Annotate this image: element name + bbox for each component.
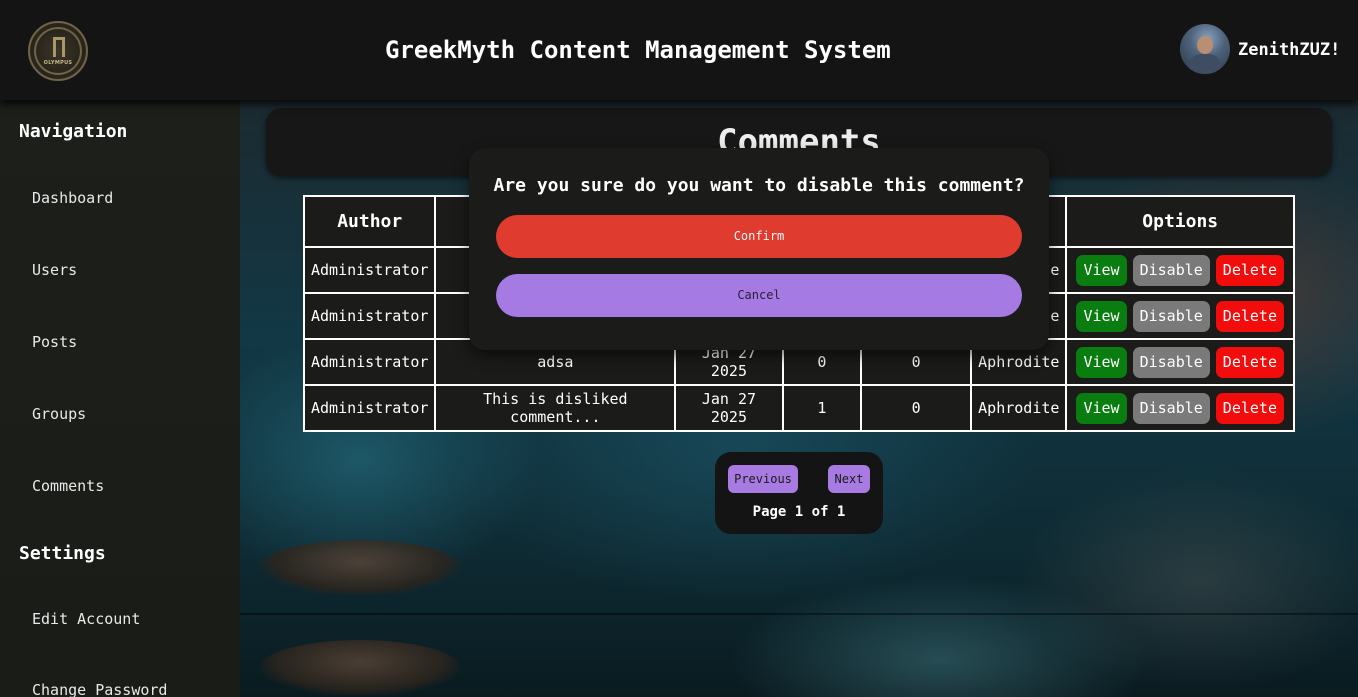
delete-button[interactable]: Delete xyxy=(1215,392,1284,424)
view-button[interactable]: View xyxy=(1076,346,1127,378)
page-info: Page 1 of 1 xyxy=(752,504,846,520)
cell-author: Administrator xyxy=(302,292,437,340)
column-header-author: Author xyxy=(302,195,437,248)
view-button[interactable]: View xyxy=(1076,300,1127,332)
background-seam xyxy=(240,613,1358,615)
app-header: OLYMPUS GreekMyth Content Management Sys… xyxy=(0,0,1358,100)
username[interactable]: ZenithZUZ! xyxy=(1238,40,1340,60)
avatar-head xyxy=(1197,36,1213,54)
sidebar-item-change-password[interactable]: Change Password xyxy=(32,681,167,697)
view-button[interactable]: View xyxy=(1076,392,1127,424)
delete-button[interactable]: Delete xyxy=(1215,254,1284,286)
next-page-button[interactable]: Next xyxy=(828,465,870,493)
cancel-button[interactable]: Cancel xyxy=(496,274,1022,317)
cell-content: This is disliked comment... xyxy=(434,384,677,432)
sidebar-item-groups[interactable]: Groups xyxy=(32,405,86,423)
view-button[interactable]: View xyxy=(1076,254,1127,286)
cell-likes: 1 xyxy=(781,384,863,432)
disable-comment-modal: Are you sure do you want to disable this… xyxy=(469,148,1049,350)
confirm-button[interactable]: Confirm xyxy=(496,215,1022,258)
table-row: Administrator This is disliked comment..… xyxy=(302,384,1295,432)
pillar-icon xyxy=(53,37,65,57)
cell-options: View Disable Delete xyxy=(1065,384,1295,432)
sidebar-item-users[interactable]: Users xyxy=(32,261,77,279)
user-avatar[interactable] xyxy=(1180,24,1230,74)
olympus-logo[interactable]: OLYMPUS xyxy=(28,21,88,81)
sidebar-heading-settings: Settings xyxy=(19,543,106,564)
sidebar-item-posts[interactable]: Posts xyxy=(32,333,77,351)
sidebar-item-comments[interactable]: Comments xyxy=(32,477,104,495)
disable-button[interactable]: Disable xyxy=(1132,346,1210,378)
previous-page-button[interactable]: Previous xyxy=(728,465,798,493)
sidebar: Navigation Dashboard Users Posts Groups … xyxy=(0,100,240,697)
disable-button[interactable]: Disable xyxy=(1132,392,1210,424)
disable-button[interactable]: Disable xyxy=(1132,254,1210,286)
delete-button[interactable]: Delete xyxy=(1215,346,1284,378)
cell-author: Administrator xyxy=(302,384,437,432)
boat-illustration xyxy=(260,540,460,595)
sidebar-item-edit-account[interactable]: Edit Account xyxy=(32,610,140,628)
cell-dislikes: 0 xyxy=(860,384,973,432)
cell-options: View Disable Delete xyxy=(1065,246,1295,294)
cell-options: View Disable Delete xyxy=(1065,338,1295,386)
boat-illustration xyxy=(260,640,460,695)
cell-author: Administrator xyxy=(302,246,437,294)
cell-date: Jan 27 2025 xyxy=(674,384,784,432)
cell-author: Administrator xyxy=(302,338,437,386)
cell-group: Aphrodite xyxy=(970,384,1068,432)
cell-options: View Disable Delete xyxy=(1065,292,1295,340)
disable-button[interactable]: Disable xyxy=(1132,300,1210,332)
avatar-body xyxy=(1189,54,1221,74)
pagination: Previous Next Page 1 of 1 xyxy=(715,452,883,534)
modal-message: Are you sure do you want to disable this… xyxy=(493,175,1025,196)
sidebar-heading-navigation: Navigation xyxy=(19,121,128,142)
app-title: GreekMyth Content Management System xyxy=(385,36,891,64)
delete-button[interactable]: Delete xyxy=(1215,300,1284,332)
column-header-options: Options xyxy=(1065,195,1295,248)
sidebar-item-dashboard[interactable]: Dashboard xyxy=(32,189,113,207)
logo-text: OLYMPUS xyxy=(43,60,73,66)
